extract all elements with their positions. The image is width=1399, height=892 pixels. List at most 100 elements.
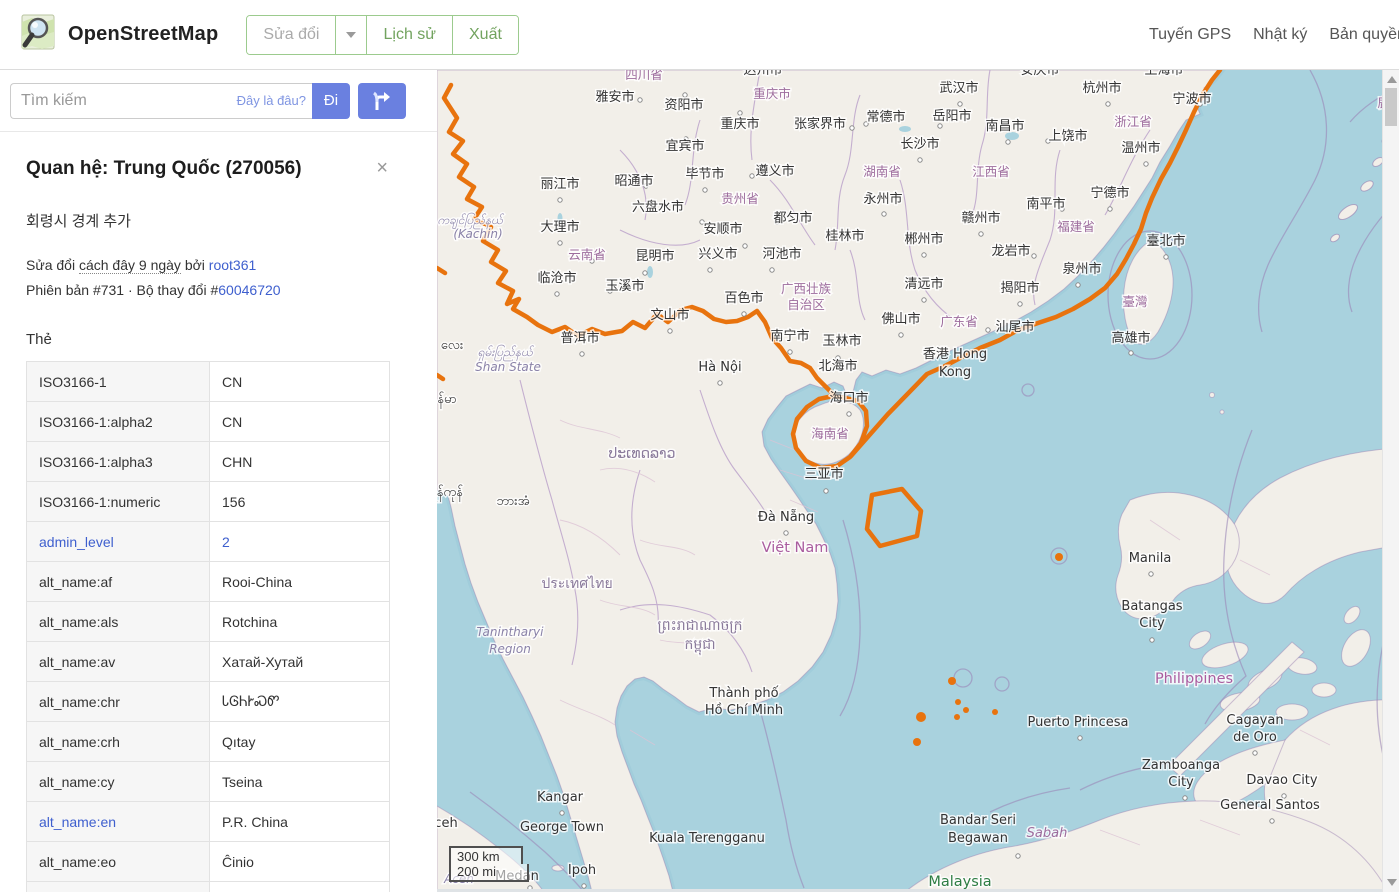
place-dot (958, 102, 962, 106)
map-label: George Town (520, 820, 604, 835)
map-label: လေး (441, 338, 464, 353)
place-dot (1018, 302, 1022, 306)
tag-key: alt_name:als (27, 602, 210, 642)
tag-row: ISO3166-1:alpha2CN (27, 402, 390, 442)
map-label: 毕节市 (685, 166, 724, 182)
tag-key: ISO3166-1:numeric (27, 482, 210, 522)
tag-row: alt_name:avХатай-Хутай (27, 642, 390, 682)
place-dot (1006, 140, 1010, 144)
edit-button[interactable]: Sửa đổi (247, 16, 336, 54)
brand[interactable]: OpenStreetMap (0, 12, 218, 57)
editor-user-link[interactable]: root361 (209, 257, 256, 273)
map-label: 河池市 (762, 246, 801, 262)
where-am-i-link[interactable]: Đây là đâu? (237, 93, 306, 108)
edited-ago: cách đây 9 ngày (79, 257, 181, 274)
tag-key: ISO3166-1:alpha2 (27, 402, 210, 442)
map-label: 赣州市 (961, 210, 1000, 226)
map-label: ព្រះរាជាណាចក្រ (658, 618, 743, 634)
place-dot (824, 489, 828, 493)
openstreetmap-logo-icon (18, 12, 58, 57)
map-label: 达州市 (743, 70, 782, 78)
scrollbar-down-icon[interactable] (1387, 879, 1397, 886)
tag-value-link[interactable]: 2 (222, 534, 230, 550)
tag-key: alt_name:af (27, 562, 210, 602)
map-label: Manila (1129, 551, 1172, 566)
export-button[interactable]: Xuất (453, 16, 518, 54)
map-label: 海口市 (829, 390, 868, 406)
place-dot (788, 350, 792, 354)
tag-key-link[interactable]: alt_name:en (39, 814, 116, 830)
map-label: ဘားအံ (496, 494, 529, 509)
place-dot (986, 328, 990, 332)
scrollbar-thumb[interactable] (1385, 88, 1397, 126)
map-label: 重庆市 (720, 116, 759, 132)
place-dot (847, 412, 851, 416)
tag-key-link[interactable]: admin_level (39, 534, 114, 550)
map-label: 宁波市 (1172, 91, 1211, 107)
tag-row: alt_name:alsRotchina (27, 602, 390, 642)
map-label: 玉溪市 (605, 278, 644, 294)
place-dot (1108, 207, 1112, 211)
tags-heading: Thẻ (26, 331, 437, 348)
tag-key: alt_name:cy (27, 762, 210, 802)
map-label: Đà Nẵng (758, 510, 814, 525)
tag-value: CHN (210, 442, 390, 482)
tag-key: alt_name:crh (27, 722, 210, 762)
nav-gps-traces[interactable]: Tuyến GPS (1149, 26, 1231, 44)
map-label: 重庆市 (753, 86, 791, 101)
map-label: Davao City (1246, 773, 1318, 788)
edit-dropdown-button[interactable] (336, 16, 367, 54)
tag-row: ISO3166-1:alpha3CHN (27, 442, 390, 482)
place-dot (918, 158, 922, 162)
place-dot (922, 253, 926, 257)
map-label: Batangas (1121, 599, 1182, 614)
map-label: 湖南省 (863, 164, 901, 179)
map-label: 宜宾市 (665, 138, 704, 154)
map-label: 温州市 (1121, 140, 1160, 156)
tag-key: alt_name:chr (27, 682, 210, 722)
map-label: ရန်ကုန် (437, 484, 463, 502)
tag-key: alt_name:eo (27, 842, 210, 882)
map-label: Region (489, 642, 531, 656)
map-viewport[interactable]: 四川省达州市安庆市上海市雅安市资阳市重庆市重庆市张家界市常德市武汉市岳阳市南昌市… (437, 70, 1399, 892)
place-dot (1164, 255, 1168, 259)
tag-key: ISO3166-1:alpha3 (27, 442, 210, 482)
map-label: 郴州市 (904, 231, 943, 247)
tag-value: CN (210, 362, 390, 402)
map-label: 都匀市 (773, 210, 812, 226)
tag-value: 156 (210, 482, 390, 522)
place-dot (750, 174, 754, 178)
tag-row (27, 882, 390, 892)
directions-button[interactable] (358, 83, 406, 119)
map-label: 常德市 (866, 109, 905, 125)
map-label: 南平市 (1026, 196, 1065, 212)
map-label: 广东省 (940, 314, 978, 329)
map-label: 文山市 (650, 307, 689, 323)
map-label: 张家界市 (794, 116, 846, 132)
scrollbar-up-icon[interactable] (1387, 76, 1397, 83)
tag-key (27, 882, 210, 892)
brand-name: OpenStreetMap (68, 23, 218, 46)
sidebar-scrollbar[interactable] (1382, 70, 1399, 892)
map-label: 杭州市 (1082, 80, 1121, 96)
map-label: 六盘水市 (632, 199, 684, 215)
version-prefix: Phiên bản #731 · Bộ thay đổi # (26, 282, 218, 298)
map-label: Puerto Princesa (1027, 715, 1128, 730)
map-label: Kangar (537, 790, 584, 805)
nav-user-diaries[interactable]: Nhật ký (1253, 26, 1307, 44)
map-label: 三亚市 (804, 466, 843, 482)
place-dot (708, 268, 712, 272)
map-label: 长沙市 (900, 136, 939, 152)
map-label: 普洱市 (560, 330, 599, 346)
map-label: 安庆市 (1020, 70, 1059, 78)
search-go-button[interactable]: Đi (312, 83, 350, 119)
map-label: Zamboanga (1142, 758, 1220, 773)
place-dot (850, 126, 854, 130)
changeset-link[interactable]: 60046720 (218, 282, 280, 298)
close-icon[interactable]: × (376, 158, 400, 178)
browse-relation-panel: Quan hệ: Trung Quốc (270056) × 회령시 경계 추가… (0, 158, 437, 892)
place-dot (899, 333, 903, 337)
history-button[interactable]: Lịch sử (367, 16, 453, 54)
nav-copyright[interactable]: Bản quyền (1329, 26, 1399, 44)
map-label: Hồ Chí Minh (705, 703, 783, 718)
